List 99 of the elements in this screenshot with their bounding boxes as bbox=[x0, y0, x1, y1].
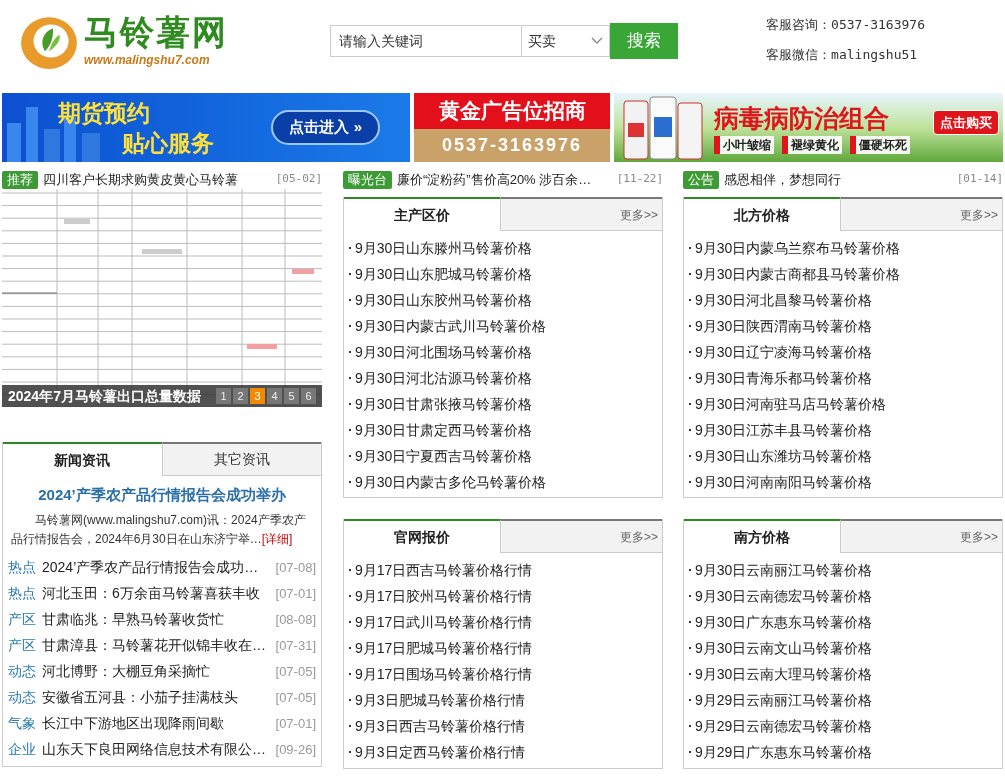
banner-headline: 病毒病防治组合 bbox=[714, 102, 890, 134]
price-link[interactable]: 9月30日内蒙古武川马铃薯价格 bbox=[355, 315, 547, 337]
price-link[interactable]: 9月30日青海乐都马铃薯价格 bbox=[695, 367, 873, 389]
category-link[interactable]: 热点 bbox=[8, 583, 36, 604]
wechat-info: 客服微信：malingshu51 bbox=[766, 46, 919, 64]
news-date: [07-01] bbox=[275, 584, 316, 603]
news-link[interactable]: 2024’产季农产品行情报告会成功… bbox=[42, 557, 259, 578]
category-link[interactable]: 动态 bbox=[8, 661, 36, 682]
category-link[interactable]: 产区 bbox=[8, 635, 36, 656]
price-link[interactable]: 9月3日西吉马铃薯价格行情 bbox=[355, 715, 525, 737]
buy-button[interactable]: 点击购买 bbox=[933, 109, 999, 136]
price-link[interactable]: 9月3日定西马铃薯价格行情 bbox=[355, 741, 525, 763]
price-link[interactable]: 9月30日云南文山马铃薯价格 bbox=[695, 637, 873, 659]
category-link[interactable]: 气象 bbox=[8, 713, 36, 734]
ad-banner-title[interactable]: 黄金广告位招商 bbox=[414, 93, 610, 129]
news-link[interactable]: 甘肃漳县：马铃薯花开似锦丰收在… bbox=[42, 635, 266, 656]
detail-link[interactable]: [详细] bbox=[261, 531, 293, 546]
price-link[interactable]: 9月30日甘肃定西马铃薯价格 bbox=[355, 419, 533, 441]
ticker-tag[interactable]: 推荐 bbox=[2, 170, 38, 189]
category-link[interactable]: 动态 bbox=[8, 687, 36, 708]
news-date: [08-08] bbox=[275, 610, 316, 629]
chevron-down-icon bbox=[591, 37, 603, 45]
price-link[interactable]: 9月30日山东胶州马铃薯价格 bbox=[355, 289, 533, 311]
ticker-tag[interactable]: 公告 bbox=[683, 170, 719, 189]
news-date: [07-08] bbox=[275, 558, 316, 577]
symptom-tag: 小叶皱缩 bbox=[714, 135, 774, 154]
price-link[interactable]: 9月30日陕西渭南马铃薯价格 bbox=[695, 315, 873, 337]
more-link[interactable]: 更多>> bbox=[620, 527, 658, 546]
news-link[interactable]: 长江中下游地区出现降雨间歇 bbox=[42, 713, 224, 734]
news-date: [09-26] bbox=[275, 740, 316, 759]
logo-text[interactable]: 马铃薯网 bbox=[84, 13, 228, 51]
symptom-tag: 褪绿黄化 bbox=[782, 135, 842, 154]
banner-headline: 期货预约 bbox=[58, 98, 151, 128]
more-link[interactable]: 更多>> bbox=[960, 527, 998, 546]
phone-info: 客服咨询：0537-3163976 bbox=[766, 16, 925, 34]
news-link[interactable]: 河北博野：大棚豆角采摘忙 bbox=[42, 661, 210, 682]
slide-page-button[interactable]: 4 bbox=[267, 388, 282, 404]
price-link[interactable]: 9月30日内蒙古多伦马铃薯价格 bbox=[355, 471, 547, 493]
price-link[interactable]: 9月3日肥城马铃薯价格行情 bbox=[355, 689, 525, 711]
news-link[interactable]: 山东天下良田网络信息技术有限公… bbox=[42, 739, 266, 760]
price-link[interactable]: 9月17日西吉马铃薯价格行情 bbox=[355, 559, 533, 581]
price-link[interactable]: 9月17日胶州马铃薯价格行情 bbox=[355, 585, 533, 607]
price-link[interactable]: 9月30日内蒙古商都县马铃薯价格 bbox=[695, 263, 901, 285]
slide-page-button[interactable]: 6 bbox=[301, 388, 316, 404]
news-date: [07-31] bbox=[275, 636, 316, 655]
price-link[interactable]: 9月30日山东肥城马铃薯价格 bbox=[355, 263, 533, 285]
slide-caption[interactable]: 2024年7月马铃薯出口总量数据 bbox=[8, 385, 201, 407]
ticker-date: [11-22] bbox=[616, 171, 663, 188]
price-link[interactable]: 9月30日辽宁凌海马铃薯价格 bbox=[695, 341, 873, 363]
price-link[interactable]: 9月30日河南南阳马铃薯价格 bbox=[695, 471, 873, 493]
price-link[interactable]: 9月30日甘肃张掖马铃薯价格 bbox=[355, 393, 533, 415]
category-link[interactable]: 产区 bbox=[8, 609, 36, 630]
price-link[interactable]: 9月30日河北昌黎马铃薯价格 bbox=[695, 289, 873, 311]
news-date: [07-05] bbox=[275, 688, 316, 707]
news-link[interactable]: 河北玉田：6万余亩马铃薯喜获丰收 bbox=[42, 583, 260, 604]
price-link[interactable]: 9月29日云南丽江马铃薯价格 bbox=[695, 689, 873, 711]
product-banner[interactable]: 病毒病防治组合 小叶皱缩 褪绿黄化 僵硬坏死 点击购买 bbox=[614, 93, 1003, 162]
price-link[interactable]: 9月30日云南丽江马铃薯价格 bbox=[695, 559, 873, 581]
price-link[interactable]: 9月17日武川马铃薯价格行情 bbox=[355, 611, 533, 633]
price-link[interactable]: 9月30日河北围场马铃薯价格 bbox=[355, 341, 533, 363]
symptom-tag: 僵硬坏死 bbox=[850, 135, 910, 154]
price-link[interactable]: 9月30日内蒙乌兰察布马铃薯价格 bbox=[695, 237, 901, 259]
news-date: [07-01] bbox=[275, 714, 316, 733]
price-link[interactable]: 9月17日围场马铃薯价格行情 bbox=[355, 663, 533, 685]
search-field[interactable]: 请输入关键词 bbox=[330, 25, 522, 57]
enter-button[interactable]: 点击进入 » bbox=[271, 110, 380, 145]
ticker-link[interactable]: 感恩相伴，梦想同行 bbox=[724, 169, 841, 190]
price-link[interactable]: 9月30日山东滕州马铃薯价格 bbox=[355, 237, 533, 259]
price-link[interactable]: 9月30日广东惠东马铃薯价格 bbox=[695, 611, 873, 633]
ticker-tag[interactable]: 曝光台 bbox=[343, 170, 392, 189]
price-link[interactable]: 9月29日广东惠东马铃薯价格 bbox=[695, 741, 873, 763]
ticker-date: [01-14] bbox=[956, 171, 1003, 188]
futures-banner[interactable]: 期货预约 贴心服务 点击进入 » bbox=[2, 93, 410, 162]
price-link[interactable]: 9月29日云南德宏马铃薯价格 bbox=[695, 715, 873, 737]
more-link[interactable]: 更多>> bbox=[960, 205, 998, 224]
news-summary: 马铃薯网(www.malingshu7.com)讯：2024产季农产品行情报告会，2024年6月30日在山东济宁举…[详细] bbox=[10, 511, 307, 548]
price-link[interactable]: 9月30日云南德宏马铃薯价格 bbox=[695, 585, 873, 607]
more-link[interactable]: 更多>> bbox=[620, 205, 658, 224]
category-link[interactable]: 企业 bbox=[8, 739, 36, 760]
price-link[interactable]: 9月30日河南驻马店马铃薯价格 bbox=[695, 393, 887, 415]
slide-page-button[interactable]: 1 bbox=[216, 388, 231, 404]
price-link[interactable]: 9月30日江苏丰县马铃薯价格 bbox=[695, 419, 873, 441]
category-link[interactable]: 热点 bbox=[8, 557, 36, 578]
price-link[interactable]: 9月30日山东潍坊马铃薯价格 bbox=[695, 445, 873, 467]
ticker-link[interactable]: 四川客户长期求购黄皮黄心马铃薯 bbox=[43, 169, 238, 190]
ticker-date: [05-02] bbox=[275, 171, 322, 188]
news-link[interactable]: 安徽省五河县：小茄子挂满枝头 bbox=[42, 687, 238, 708]
news-link[interactable]: 甘肃临兆：早熟马铃薯收货忙 bbox=[42, 609, 224, 630]
news-date: [07-05] bbox=[275, 662, 316, 681]
slide-page-button[interactable]: 5 bbox=[284, 388, 299, 404]
slide-page-button[interactable]: 2 bbox=[233, 388, 248, 404]
price-link[interactable]: 9月30日云南大理马铃薯价格 bbox=[695, 663, 873, 685]
price-link[interactable]: 9月30日宁夏西吉马铃薯价格 bbox=[355, 445, 533, 467]
news-tab[interactable]: 其它资讯 bbox=[161, 442, 321, 476]
price-link[interactable]: 9月17日肥城马铃薯价格行情 bbox=[355, 637, 533, 659]
price-link[interactable]: 9月30日河北沽源马铃薯价格 bbox=[355, 367, 533, 389]
news-headline[interactable]: 2024’产季农产品行情报告会成功举办 bbox=[3, 484, 321, 507]
banner-headline: 贴心服务 bbox=[122, 128, 214, 158]
ticker-link[interactable]: 廉价“淀粉药”售价高20% 涉百余… bbox=[397, 169, 592, 190]
